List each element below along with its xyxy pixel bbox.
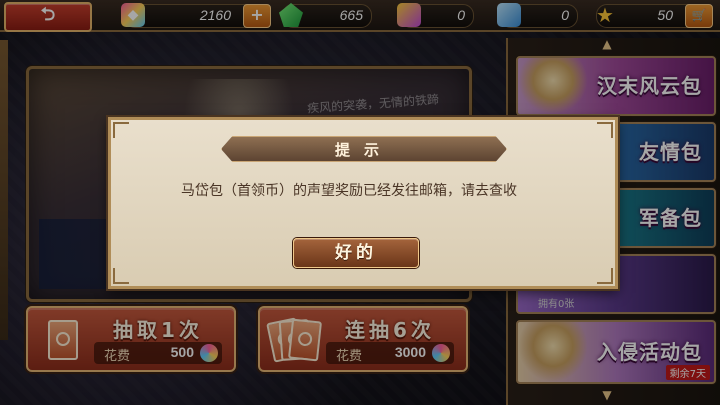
dialog-corner	[113, 122, 129, 138]
dialog-corner	[597, 122, 613, 138]
ok-button[interactable]: 好的	[293, 238, 419, 268]
dialog-corner	[113, 268, 129, 284]
dialog-corner	[597, 268, 613, 284]
notice-dialog: 提示 马岱包（首领币）的声望奖励已经发往邮箱，请去查收 好的	[108, 117, 618, 289]
dialog-message: 马岱包（首领币）的声望奖励已经发往邮箱，请去查收	[181, 183, 517, 199]
dialog-title-bar: 提示	[221, 136, 507, 162]
dialog-title: 提示	[334, 141, 393, 159]
